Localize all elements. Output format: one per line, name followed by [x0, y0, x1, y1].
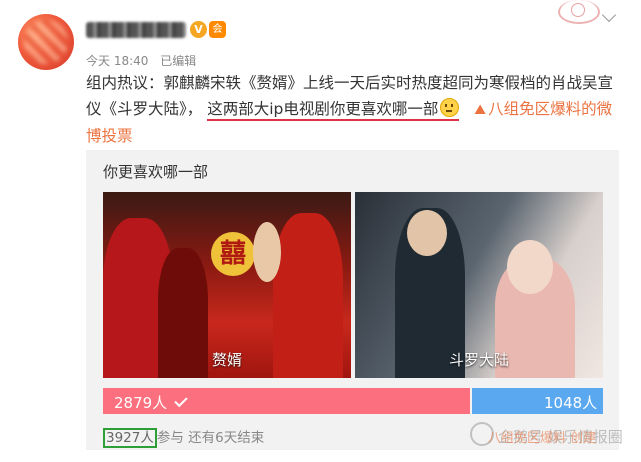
post-text-highlight: 这两部大ip电视剧你更喜欢哪一部 — [207, 98, 460, 121]
vote-count-left-value: 2879人 — [114, 394, 168, 412]
poll-footer: 3927人 参与 还有6天结束 — [103, 426, 265, 448]
poll-status: 参与 还有6天结束 — [156, 430, 265, 446]
post-edited[interactable]: 已编辑 — [160, 54, 196, 68]
figure-swordsman-face — [407, 210, 447, 256]
figure-face — [253, 222, 281, 282]
mountain-icon: ⛰ — [474, 102, 487, 118]
participant-count: 3927人 — [103, 428, 157, 448]
double-happiness-icon: 囍 — [211, 232, 255, 276]
poll-option-label-left: 赘婿 — [211, 351, 242, 369]
post-highlight-text: 这两部大ip电视剧你更喜欢哪一部 — [207, 100, 439, 118]
post-time: 今天 18:40 — [86, 54, 149, 68]
checkmark-icon — [174, 393, 188, 408]
figure-girl-face — [507, 240, 553, 294]
poll-option-image-right[interactable]: 斗罗大陆 — [355, 192, 603, 378]
avatar-blur-overlay — [24, 20, 68, 64]
post-text: 组内热议：郭麒麟宋轶《赘婿》上线一天后实时热度超同为寒假档的肖战吴宣仪《斗罗大陆… — [86, 70, 616, 149]
poll-title: 你更喜欢哪一部 — [103, 163, 209, 181]
poll-option-image-left[interactable]: 囍 赘婿 — [103, 192, 351, 378]
post-meta: 今天 18:40 已编辑 — [86, 52, 204, 69]
stamp-watermark-inner — [571, 3, 585, 17]
username-blurred[interactable] — [86, 22, 186, 38]
smile-emoji-icon — [440, 98, 460, 117]
vote-count-left: 2879人 — [114, 392, 188, 413]
creator-note: 八组免区爆料 创建 — [488, 431, 597, 446]
vote-count-right: 1048人 — [544, 394, 598, 412]
poll-option-label-right: 斗罗大陆 — [448, 351, 509, 369]
chevron-down-icon[interactable] — [601, 7, 617, 23]
member-badge-icon: 会 — [209, 21, 226, 38]
verified-icon: V — [190, 21, 207, 38]
